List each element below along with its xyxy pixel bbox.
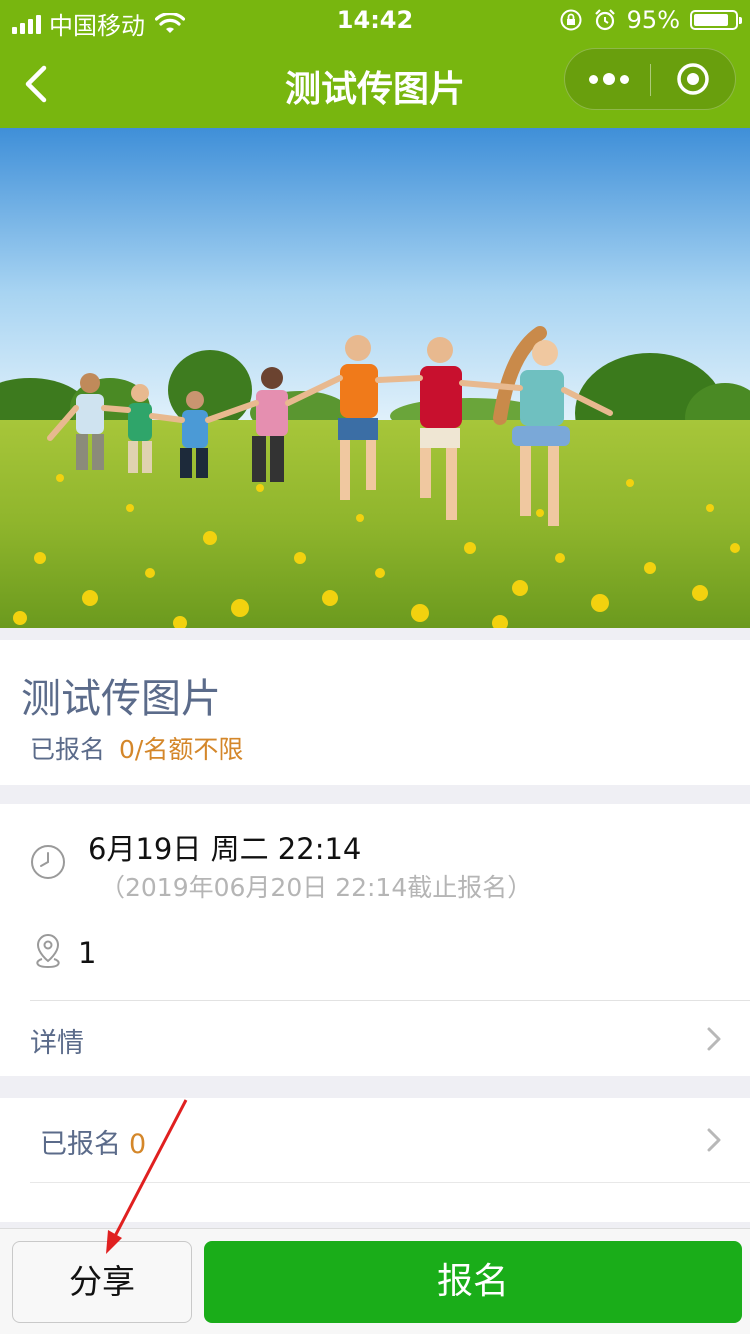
chevron-right-icon: [707, 1128, 721, 1152]
share-button[interactable]: 分享: [12, 1241, 192, 1323]
capsule-menu: [564, 48, 736, 110]
event-title: 测试传图片: [21, 676, 221, 722]
rotation-lock-icon: [560, 9, 582, 31]
event-info-card: 6月19日 周二 22:14 （2019年06月20日 22:14截止报名） 1…: [0, 804, 750, 1076]
battery-fill: [694, 14, 728, 26]
status-right: 95%: [559, 6, 742, 34]
signup-status: 已报名 0/名额不限: [30, 730, 243, 766]
registered-count: 0: [129, 1129, 147, 1160]
event-location: 1: [78, 936, 97, 970]
event-summary-card: 测试传图片 已报名 0/名额不限: [0, 640, 750, 785]
target-close-icon[interactable]: [676, 62, 710, 96]
registered-row[interactable]: 已报名 0: [0, 1098, 750, 1222]
quota-text: 0/名额不限: [119, 735, 244, 764]
clock-icon: [31, 845, 65, 879]
signup-button[interactable]: 报名: [204, 1241, 742, 1323]
bottom-action-bar: 分享 报名: [0, 1228, 750, 1334]
event-datetime: 6月19日 周二 22:14: [88, 832, 362, 866]
location-pin-icon: [36, 933, 60, 969]
registered-label: 已报名: [40, 1129, 121, 1160]
nav-bar: 测试传图片: [0, 40, 750, 128]
chevron-right-icon: [707, 1027, 721, 1051]
battery-percent: 95%: [626, 6, 680, 34]
alarm-icon: [594, 9, 615, 31]
battery-icon: [690, 10, 742, 30]
signed-label: 已报名: [30, 735, 106, 764]
capsule-divider: [650, 64, 651, 96]
signup-deadline: （2019年06月20日 22:14截止报名）: [100, 873, 533, 902]
more-dots-icon[interactable]: [589, 49, 629, 109]
registered-status: 已报名 0: [40, 1122, 146, 1161]
divider: [30, 1182, 750, 1183]
status-bar: 中国移动 14:42 95%: [0, 0, 750, 40]
details-row[interactable]: 详情: [0, 1001, 750, 1076]
event-cover-image: [0, 128, 750, 628]
cover-illustration: [0, 128, 750, 628]
details-label: 详情: [30, 1028, 84, 1059]
